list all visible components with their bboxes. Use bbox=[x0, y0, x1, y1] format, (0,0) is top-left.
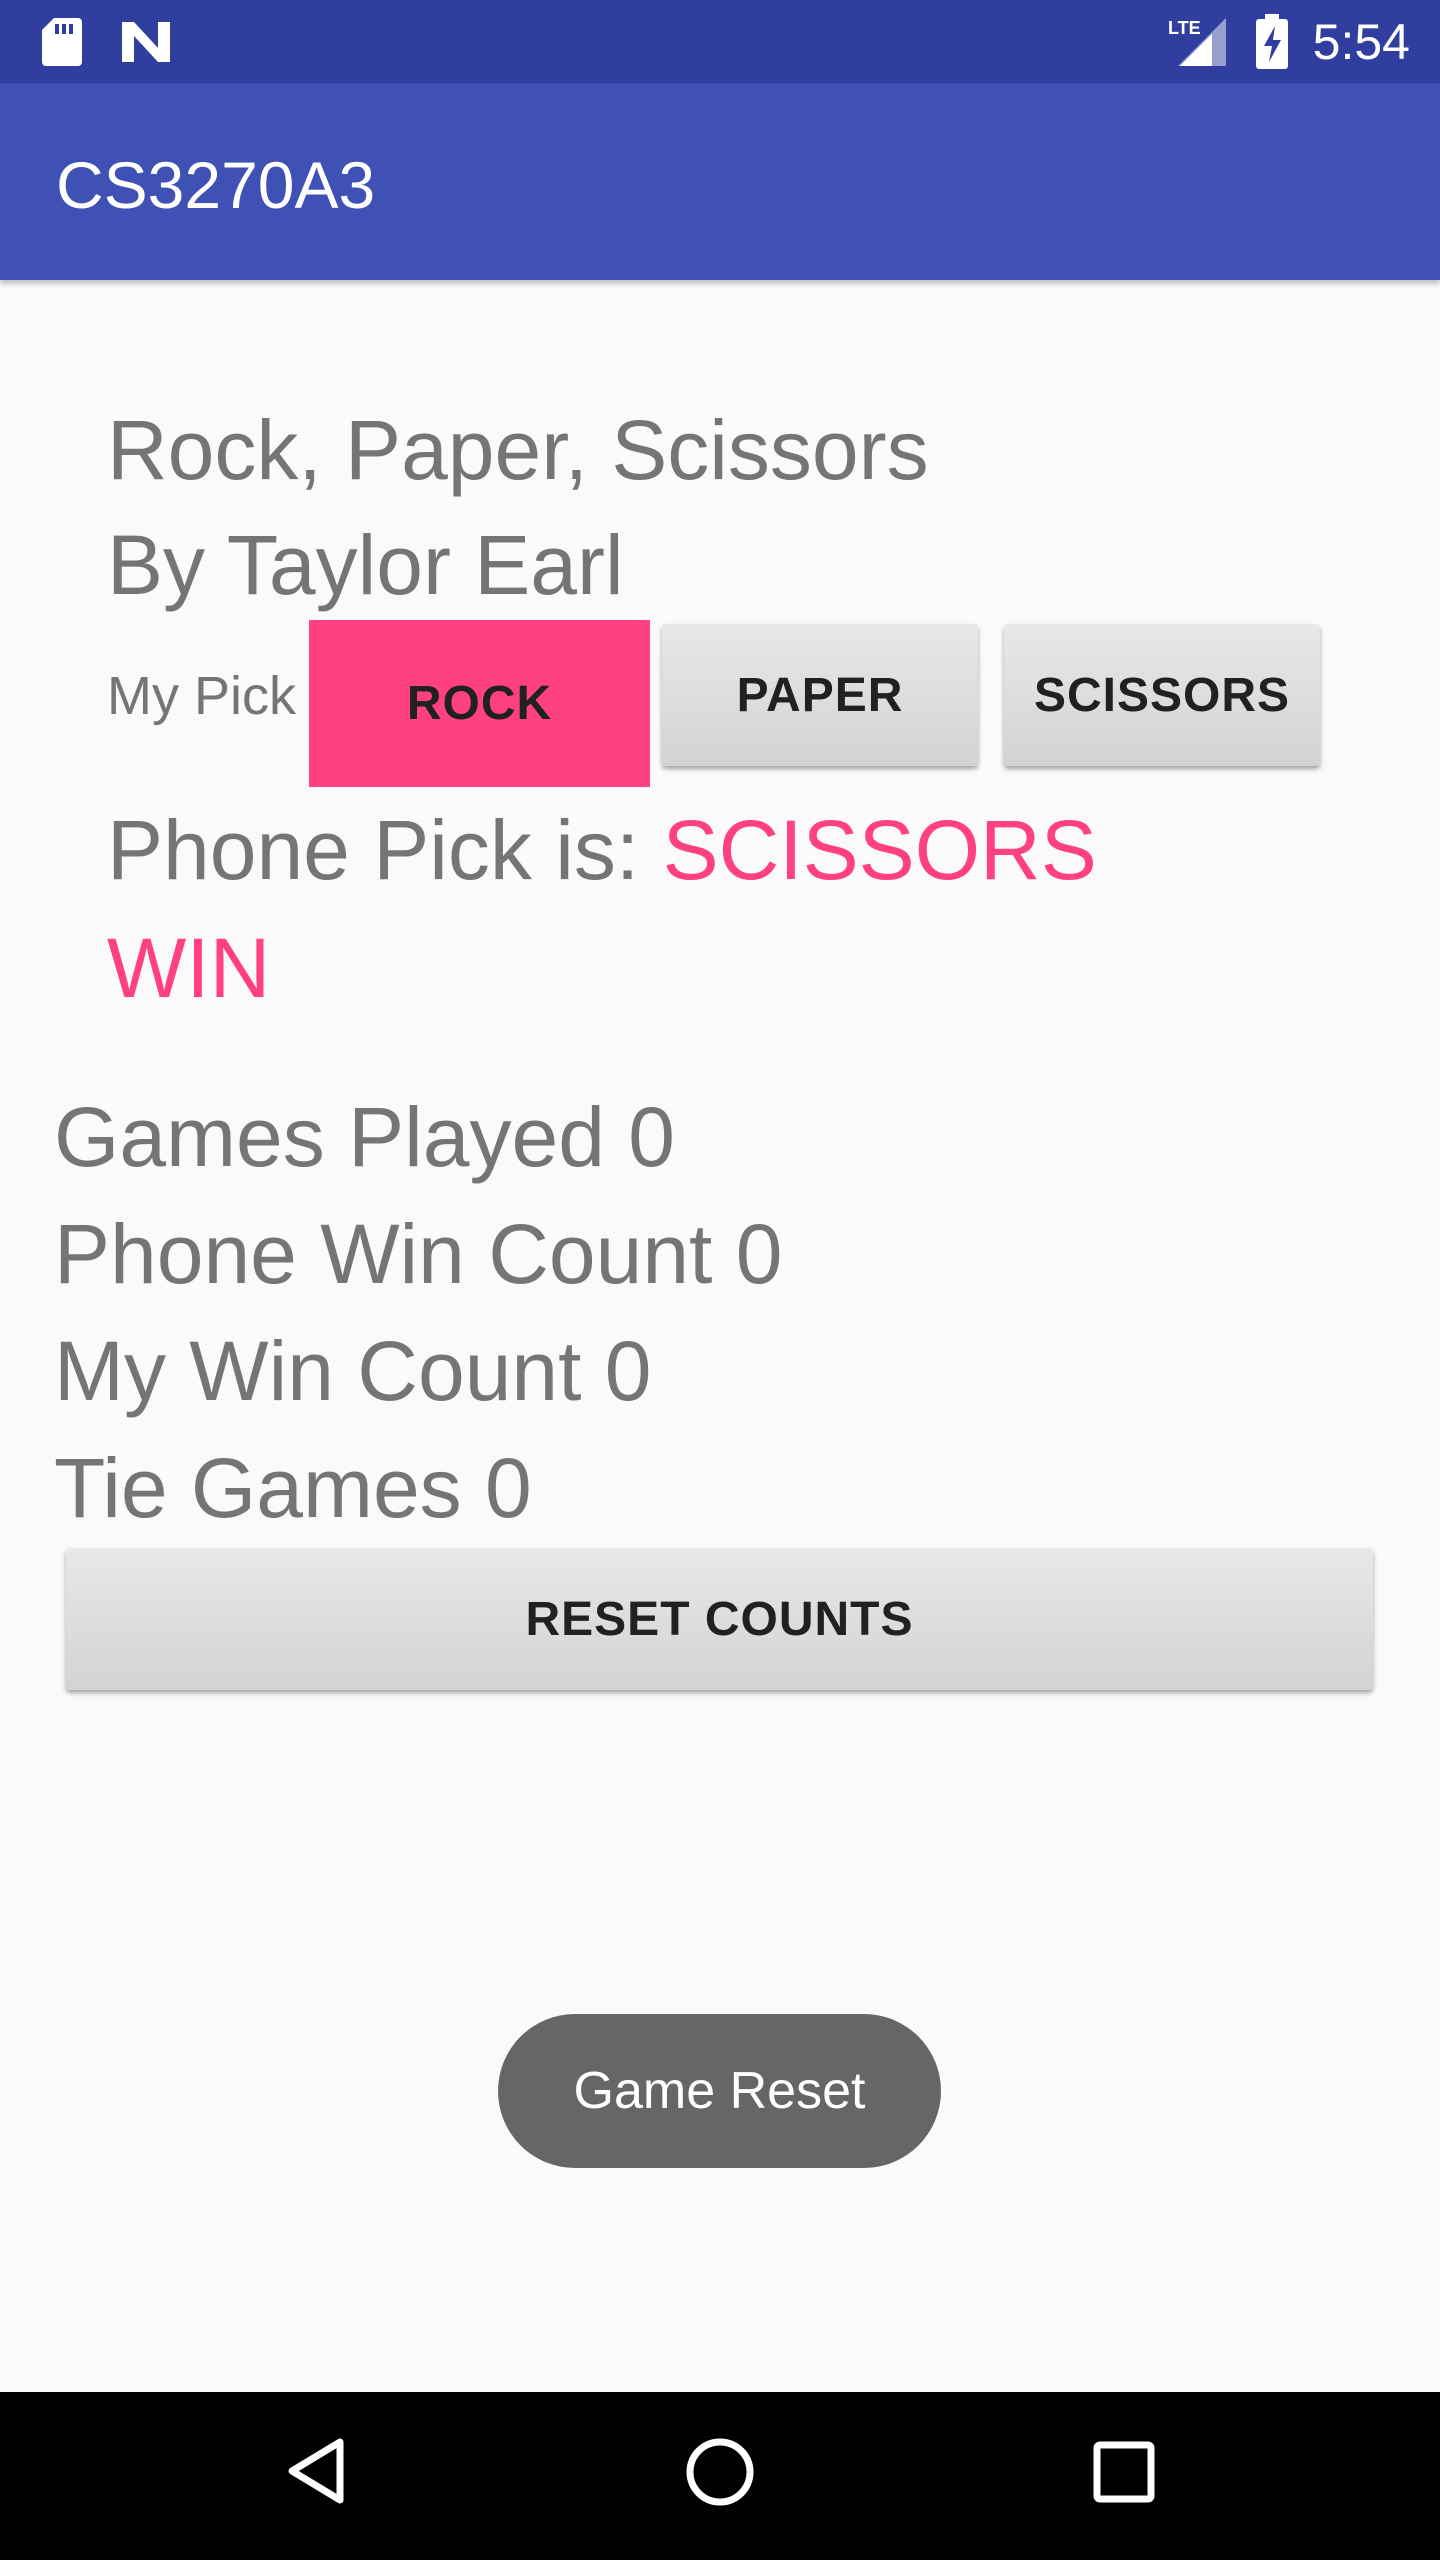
sd-card-icon bbox=[42, 18, 82, 66]
app-title: CS3270A3 bbox=[56, 148, 376, 222]
back-icon[interactable] bbox=[284, 2436, 348, 2506]
phone-win-count-label: Phone Win Count 0 bbox=[54, 1207, 783, 1301]
svg-text:LTE: LTE bbox=[1168, 18, 1201, 38]
battery-charging-icon bbox=[1256, 14, 1288, 69]
rock-button[interactable]: ROCK bbox=[309, 620, 650, 787]
phone-pick-value: SCISSORS bbox=[662, 803, 1097, 897]
my-pick-label: My Pick bbox=[107, 666, 296, 726]
n-logo-icon bbox=[122, 22, 170, 62]
games-played-label: Games Played 0 bbox=[54, 1090, 675, 1184]
my-win-count-label: My Win Count 0 bbox=[54, 1324, 652, 1418]
scissors-button[interactable]: SCISSORS bbox=[1004, 624, 1320, 766]
signal-icon: LTE bbox=[1168, 18, 1226, 66]
phone-pick-row: Phone Pick is: SCISSORS bbox=[107, 800, 1097, 900]
home-icon[interactable] bbox=[684, 2436, 756, 2508]
app-bar: CS3270A3 bbox=[0, 83, 1440, 280]
navigation-bar bbox=[0, 2392, 1440, 2560]
paper-button[interactable]: PAPER bbox=[662, 624, 978, 766]
game-title: Rock, Paper, Scissors bbox=[107, 403, 929, 497]
author-label: By Taylor Earl bbox=[107, 518, 624, 612]
toast-message: Game Reset bbox=[498, 2014, 941, 2168]
phone-pick-label: Phone Pick is: bbox=[107, 803, 640, 897]
reset-counts-button[interactable]: RESET COUNTS bbox=[66, 1548, 1373, 1690]
tie-games-label: Tie Games 0 bbox=[54, 1441, 532, 1535]
recents-icon[interactable] bbox=[1092, 2440, 1156, 2504]
status-time: 5:54 bbox=[1312, 14, 1410, 70]
game-outcome: WIN bbox=[107, 921, 271, 1015]
status-bar: LTE 5:54 bbox=[0, 0, 1440, 83]
